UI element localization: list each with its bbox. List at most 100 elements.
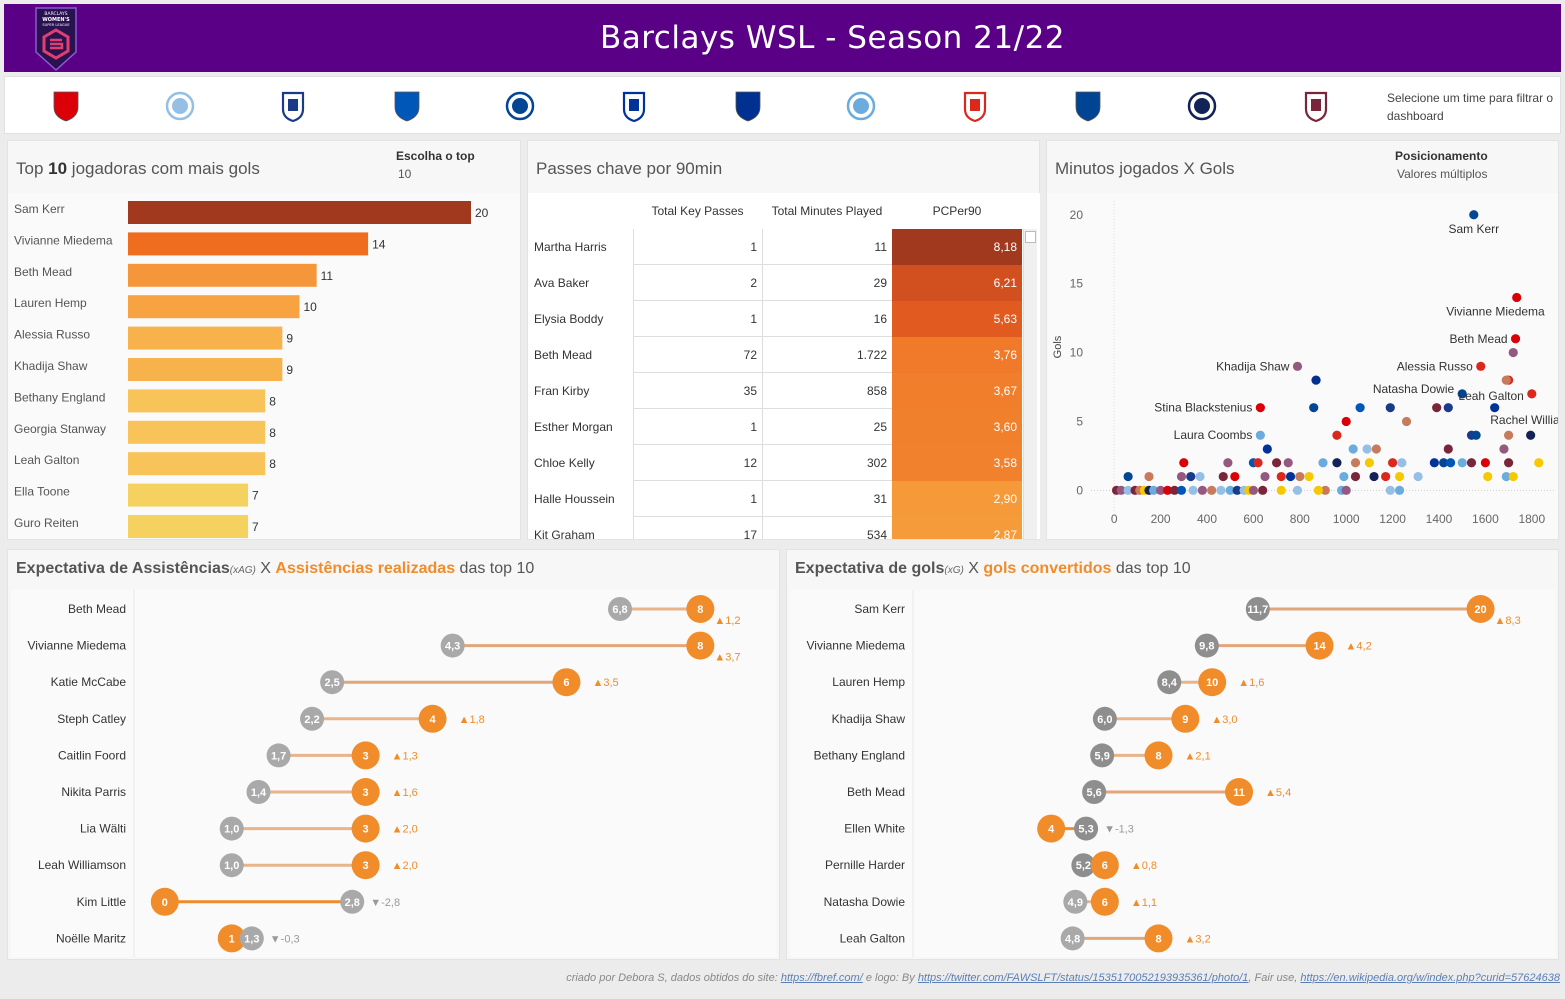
scatter-point[interactable] — [1527, 389, 1537, 399]
scatter-point[interactable] — [1476, 361, 1486, 371]
scatter-point[interactable] — [1490, 403, 1500, 413]
scatter-point[interactable] — [1207, 485, 1217, 495]
scatter-point[interactable] — [1388, 458, 1398, 468]
scatter-point[interactable] — [1499, 444, 1509, 454]
scatter-point[interactable] — [1176, 485, 1187, 495]
scatter-point[interactable] — [1469, 210, 1479, 220]
scatter-point[interactable] — [1262, 444, 1272, 454]
scatter-point[interactable] — [1283, 458, 1293, 468]
table-row[interactable]: Ava Baker 2 29 6,21 — [528, 265, 1024, 301]
scatter-point[interactable] — [1385, 403, 1395, 413]
table-row[interactable]: Halle Houssein 1 31 2,90 — [528, 481, 1024, 517]
team-badge-chelsea-icon[interactable] — [505, 89, 535, 123]
team-badge-tottenham-icon[interactable] — [1187, 89, 1217, 123]
scatter-point[interactable] — [1318, 458, 1328, 468]
column-header[interactable]: PCPer90 — [892, 193, 1022, 229]
team-badge-manchester-united-icon[interactable] — [960, 89, 990, 123]
scatter-point[interactable] — [1276, 471, 1286, 482]
scatter-point[interactable] — [1285, 471, 1296, 482]
team-badge-manchester-city-icon[interactable] — [846, 89, 876, 123]
scatter-point[interactable] — [1216, 485, 1226, 495]
team-badge-reading-icon[interactable] — [1073, 89, 1103, 123]
scatter-point[interactable] — [1341, 416, 1351, 427]
scatter-point[interactable] — [1350, 471, 1361, 482]
bar[interactable] — [128, 420, 266, 444]
scatter-point[interactable] — [1381, 471, 1391, 482]
scatter-point[interactable] — [1443, 403, 1453, 413]
scatter-point[interactable] — [1195, 471, 1205, 482]
scatter-point[interactable] — [1446, 458, 1456, 468]
scatter-point[interactable] — [1255, 403, 1265, 413]
scatter-point[interactable] — [1332, 458, 1342, 468]
scatter-point[interactable] — [1218, 471, 1228, 482]
bar[interactable] — [128, 389, 266, 413]
scatter-point[interactable] — [1179, 458, 1189, 468]
scatter-point[interactable] — [1304, 471, 1314, 482]
scatter-point[interactable] — [1471, 430, 1481, 440]
scatter-point[interactable] — [1348, 444, 1358, 454]
scatter-point[interactable] — [1332, 430, 1342, 440]
scatter-point[interactable] — [1480, 458, 1490, 468]
top-filter-dropdown[interactable]: 10 — [398, 167, 411, 181]
scatter-point[interactable] — [1248, 485, 1258, 495]
scatter-point[interactable] — [1350, 458, 1361, 468]
scatter-point[interactable] — [1313, 485, 1323, 495]
scatter-point[interactable] — [1504, 430, 1514, 440]
scatter-point[interactable] — [1188, 485, 1198, 495]
scatter-point[interactable] — [1534, 458, 1544, 468]
scatter-point[interactable] — [1292, 485, 1303, 495]
table-row[interactable]: Esther Morgan 1 25 3,60 — [528, 409, 1024, 445]
scatter-point[interactable] — [1457, 458, 1467, 468]
scatter-point[interactable] — [1385, 485, 1395, 495]
scatter-point[interactable] — [1123, 471, 1133, 482]
scatter-point[interactable] — [1526, 430, 1536, 440]
scatter-point[interactable] — [1253, 458, 1263, 468]
scrollbar-thumb[interactable] — [1025, 231, 1036, 243]
scatter-point[interactable] — [1339, 471, 1349, 482]
scatter-point[interactable] — [1144, 471, 1154, 482]
scatter-point[interactable] — [1223, 458, 1233, 468]
table-row[interactable]: Chloe Kelly 12 302 3,58 — [528, 445, 1024, 481]
scatter-point[interactable] — [1371, 444, 1381, 454]
scatter-point[interactable] — [1260, 471, 1270, 482]
team-badge-leicester-city-icon[interactable] — [733, 89, 763, 123]
scatter-point[interactable] — [1272, 458, 1282, 468]
scatter-point[interactable] — [1295, 471, 1305, 482]
logo-source-link[interactable]: https://twitter.com/FAWSLFT/status/15351… — [918, 972, 1249, 984]
team-badge-west-ham-icon[interactable] — [1301, 89, 1331, 123]
scatter-point[interactable] — [1512, 292, 1522, 303]
fbref-link[interactable]: https://fbref.com/ — [781, 972, 863, 984]
scatter-point[interactable] — [1255, 430, 1265, 440]
scatter-point[interactable] — [1397, 458, 1407, 468]
team-badge-aston-villa-icon[interactable] — [165, 89, 195, 123]
scatter-point[interactable] — [1362, 444, 1372, 454]
scatter-point[interactable] — [1443, 444, 1453, 454]
table-row[interactable]: Fran Kirby 35 858 3,67 — [528, 373, 1024, 409]
scatter-point[interactable] — [1483, 471, 1493, 482]
team-badge-arsenal-icon[interactable] — [51, 89, 81, 123]
scatter-point[interactable] — [1369, 471, 1379, 482]
scatter-point[interactable] — [1466, 458, 1477, 468]
position-filter-dropdown[interactable]: Valores múltiplos — [1397, 167, 1487, 181]
table-row[interactable]: Elysia Boddy 1 16 5,63 — [528, 301, 1024, 337]
scatter-point[interactable] — [1186, 471, 1196, 482]
bar[interactable] — [128, 232, 369, 256]
scatter-point[interactable] — [1508, 471, 1518, 482]
bar[interactable] — [128, 263, 317, 287]
bar[interactable] — [128, 515, 249, 538]
table-row[interactable]: Beth Mead 72 1.722 3,76 — [528, 337, 1024, 373]
table-scrollbar[interactable] — [1023, 229, 1037, 539]
bar[interactable] — [128, 483, 249, 507]
scatter-point[interactable] — [1309, 403, 1319, 413]
scatter-point[interactable] — [1401, 416, 1412, 427]
scatter-point[interactable] — [1504, 458, 1514, 468]
column-header[interactable]: Total Minutes Played — [762, 193, 892, 229]
scatter-point[interactable] — [1341, 485, 1351, 495]
team-badge-birmingham-city-icon[interactable] — [278, 89, 308, 123]
scatter-point[interactable] — [1394, 485, 1405, 495]
table-row[interactable]: Martha Harris 1 11 8,18 — [528, 229, 1024, 265]
scatter-point[interactable] — [1355, 403, 1365, 413]
scatter-point[interactable] — [1364, 458, 1374, 468]
team-badge-everton-icon[interactable] — [619, 89, 649, 123]
scatter-point[interactable] — [1413, 471, 1423, 482]
